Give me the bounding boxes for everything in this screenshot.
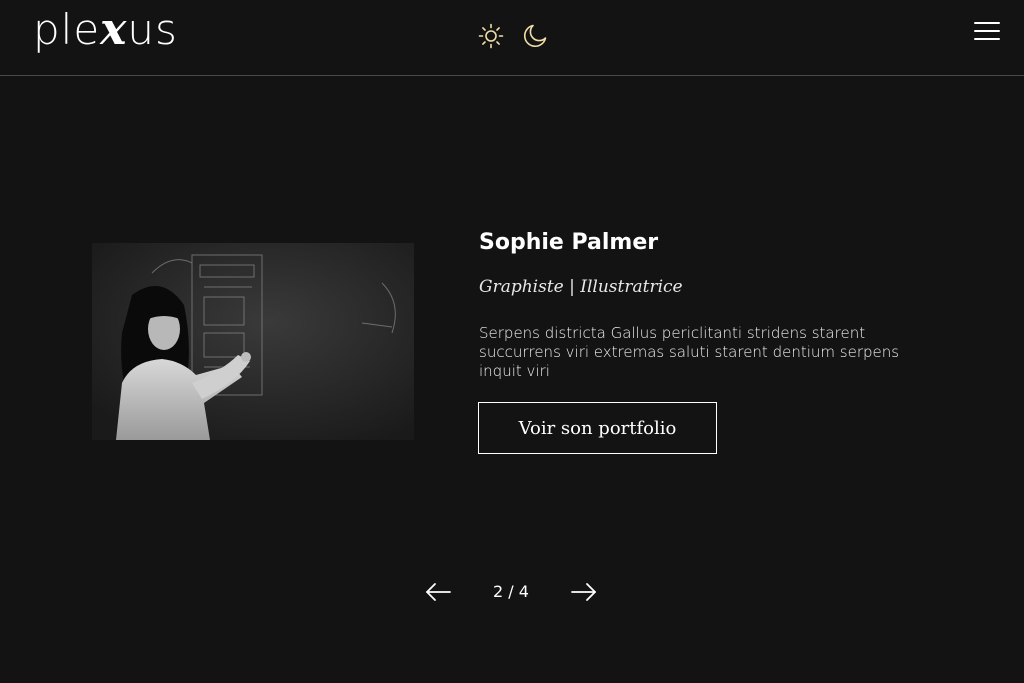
logo-text-x: x xyxy=(100,4,128,55)
moon-icon[interactable] xyxy=(522,23,548,49)
profile-photo xyxy=(92,243,414,440)
profile-role: Graphiste | Illustratrice xyxy=(479,277,683,297)
sun-icon[interactable] xyxy=(478,23,504,49)
arrow-left-icon[interactable] xyxy=(424,580,452,604)
logo-text-part2: us xyxy=(127,5,178,54)
logo-text-part1: ple xyxy=(33,5,101,54)
slide-counter: 2 / 4 xyxy=(493,582,529,601)
profile-bio: Serpens districta Gallus periclitanti st… xyxy=(479,324,900,380)
portfolio-button[interactable]: Voir son portfolio xyxy=(478,402,717,454)
hamburger-menu-icon[interactable] xyxy=(974,20,1000,42)
arrow-right-icon[interactable] xyxy=(570,580,598,604)
site-header: plexus xyxy=(0,0,1024,76)
site-logo[interactable]: plexus xyxy=(33,8,178,52)
profile-name: Sophie Palmer xyxy=(479,230,659,255)
